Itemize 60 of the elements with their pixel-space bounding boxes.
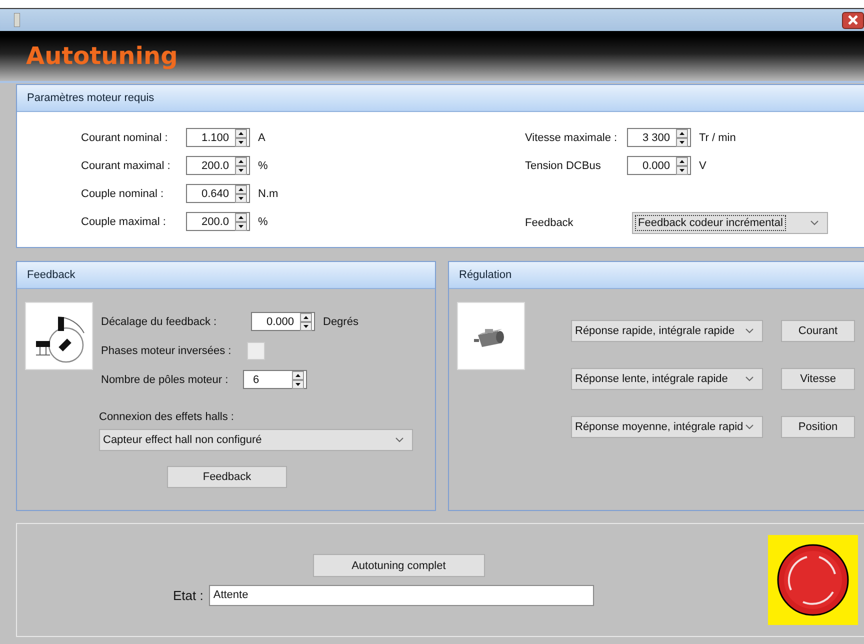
number-spinner[interactable]: 1.100 <box>186 128 250 147</box>
response-dropdown[interactable]: Réponse lente, intégrale rapide <box>571 368 763 390</box>
tuning-button[interactable]: Position <box>781 416 855 438</box>
number-spinner[interactable]: 0.640 <box>186 184 250 203</box>
spin-arrows-icon <box>292 370 304 388</box>
page-title: Autotuning <box>26 42 178 70</box>
unit-label: A <box>257 132 266 144</box>
chevron-icon <box>745 376 754 382</box>
close-icon <box>848 15 858 25</box>
number-spinner[interactable]: 3 300 <box>627 128 691 147</box>
spin-arrows-icon <box>300 312 312 330</box>
spin-arrows-icon <box>235 212 247 230</box>
field-label: Connexion des effets halls : <box>99 411 235 423</box>
autotuning-button[interactable]: Autotuning complet <box>312 554 485 577</box>
field-label: Couple nominal : <box>81 188 165 200</box>
state-field[interactable]: Attente <box>209 585 594 606</box>
state-label: Etat : <box>173 588 204 603</box>
spin-arrows-icon <box>235 184 247 202</box>
tuning-button[interactable]: Vitesse <box>781 368 855 390</box>
number-spinner[interactable]: 200.0 <box>186 212 250 231</box>
spin-arrows-icon <box>676 128 688 146</box>
tuning-button[interactable]: Courant <box>781 320 855 342</box>
unit-label: % <box>257 160 268 172</box>
spin-arrows-icon <box>235 156 247 174</box>
number-spinner[interactable]: 0.000 <box>627 156 691 175</box>
field-label: Vitesse maximale : <box>525 132 618 144</box>
number-spinner[interactable]: 6 <box>243 370 307 389</box>
number-spinner[interactable]: 0.000 <box>251 312 315 331</box>
unit-label: % <box>257 216 268 228</box>
panel-title: Paramètres moteur requis <box>27 92 154 104</box>
number-spinner[interactable]: 200.0 <box>186 156 250 175</box>
emergency-stop-button[interactable] <box>768 535 858 625</box>
unit-label: Degrés <box>322 316 358 328</box>
panel-title: Régulation <box>459 269 512 281</box>
spin-arrows-icon <box>676 156 688 174</box>
chevron-icon <box>745 328 754 334</box>
unit-label: V <box>698 160 706 172</box>
chevron-icon <box>810 220 819 226</box>
field-label: Phases moteur inversées : <box>101 344 232 356</box>
unit-label: Tr / min <box>698 132 736 144</box>
checkbox[interactable] <box>247 342 265 360</box>
field-label: Feedback <box>525 216 574 228</box>
chevron-icon <box>395 437 404 443</box>
chevron-icon <box>745 424 754 430</box>
app-icon <box>14 13 20 27</box>
feedback-dropdown[interactable]: Feedback codeur incrémental <box>632 212 828 234</box>
field-label: Décalage du feedback : <box>101 316 218 328</box>
field-label: Tension DCBus <box>525 160 602 172</box>
close-button[interactable] <box>842 12 864 28</box>
field-label: Couple maximal : <box>81 216 167 228</box>
unit-label: N.m <box>257 188 278 200</box>
response-dropdown[interactable]: Réponse rapide, intégrale rapide <box>571 320 763 342</box>
response-dropdown[interactable]: Réponse moyenne, intégrale rapid <box>571 416 763 438</box>
field-label: Courant nominal : <box>81 132 169 144</box>
field-label: Courant maximal : <box>81 160 172 172</box>
panel-title: Feedback <box>27 269 76 281</box>
field-label: Nombre de pôles moteur : <box>101 374 230 386</box>
feedback-button[interactable]: Feedback <box>167 466 287 488</box>
hall-sensor-dropdown[interactable]: Capteur effect hall non configuré <box>99 429 413 451</box>
spin-arrows-icon <box>235 128 247 146</box>
